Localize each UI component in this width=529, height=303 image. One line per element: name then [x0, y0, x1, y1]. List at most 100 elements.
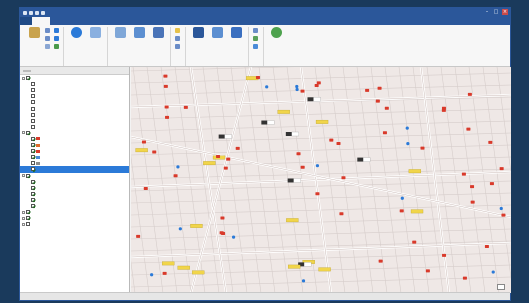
- poi-marker: [399, 209, 404, 213]
- tab-drawing-order[interactable]: [23, 69, 31, 72]
- layer-visibility-checkbox[interactable]: [31, 82, 35, 87]
- undo-icon[interactable]: [35, 10, 39, 15]
- minor-street: [131, 192, 511, 204]
- sync-button[interactable]: [268, 27, 284, 39]
- map-view[interactable]: [131, 67, 511, 293]
- layer-visibility-checkbox[interactable]: [26, 216, 30, 221]
- download-button[interactable]: [253, 43, 259, 49]
- ribbon-group-navigate: [64, 27, 108, 66]
- expand-toggle-icon[interactable]: [22, 174, 25, 178]
- layer-visibility-checkbox[interactable]: [26, 210, 30, 215]
- tab-view[interactable]: [86, 17, 104, 25]
- layer-visibility-checkbox[interactable]: [31, 167, 35, 172]
- layer-row[interactable]: [20, 221, 129, 227]
- maximize-icon[interactable]: □: [493, 9, 499, 15]
- tab-analysis[interactable]: [68, 17, 86, 25]
- explore-button[interactable]: [68, 27, 84, 39]
- layer-visibility-checkbox[interactable]: [31, 155, 35, 160]
- tab-map[interactable]: [32, 17, 50, 25]
- poi-marker: [165, 115, 170, 119]
- layer-visibility-checkbox[interactable]: [31, 143, 35, 148]
- minor-street: [131, 155, 150, 293]
- poi-marker: [173, 174, 178, 178]
- infographics-button[interactable]: [228, 27, 244, 39]
- contents-tabs: [20, 67, 129, 75]
- full-extent-button[interactable]: [54, 43, 59, 49]
- select-button[interactable]: [175, 27, 181, 33]
- expand-toggle-icon[interactable]: [22, 216, 25, 220]
- sync-icon: [270, 27, 282, 38]
- add-data-button[interactable]: [131, 27, 147, 39]
- point-marker: [400, 196, 404, 200]
- layer-visibility-checkbox[interactable]: [31, 94, 35, 99]
- layer-symbol-swatch: [36, 161, 40, 165]
- layer-visibility-checkbox[interactable]: [26, 173, 30, 178]
- expand-toggle-icon[interactable]: [22, 210, 25, 214]
- locate-button[interactable]: [209, 27, 225, 39]
- poi-label: [318, 267, 331, 272]
- basemap-button[interactable]: [112, 27, 128, 39]
- minor-street: [131, 276, 511, 288]
- explore-icon: [70, 27, 82, 38]
- select-by-location-button[interactable]: [175, 43, 181, 49]
- expand-toggle-icon[interactable]: [22, 76, 25, 80]
- layer-visibility-checkbox[interactable]: [31, 185, 35, 190]
- layer-visibility-checkbox[interactable]: [26, 222, 30, 227]
- status-bar: [20, 292, 510, 300]
- app-window: – □ ×: [19, 7, 511, 301]
- paste-button[interactable]: [26, 27, 42, 39]
- cut-button[interactable]: [45, 27, 51, 33]
- minimize-icon[interactable]: –: [484, 9, 490, 15]
- bookmarks-button[interactable]: [87, 27, 103, 39]
- photo-marker: [307, 97, 314, 102]
- layer-visibility-checkbox[interactable]: [31, 112, 35, 117]
- layer-visibility-checkbox[interactable]: [31, 161, 35, 166]
- ribbon-tabs: [20, 17, 510, 25]
- layer-visibility-checkbox[interactable]: [31, 100, 35, 105]
- layer-visibility-checkbox[interactable]: [26, 130, 30, 135]
- poi-marker: [152, 150, 157, 154]
- select-icon: [175, 27, 180, 33]
- poi-marker: [314, 83, 319, 87]
- layer-symbol-swatch: [36, 167, 40, 171]
- poi-marker: [501, 213, 506, 217]
- copy-path-button[interactable]: [45, 43, 51, 49]
- minor-street: [482, 67, 511, 281]
- expand-toggle-icon[interactable]: [22, 222, 25, 226]
- poi-marker: [143, 187, 148, 191]
- zoom-in-button[interactable]: [54, 27, 59, 33]
- tab-file[interactable]: [20, 17, 32, 25]
- layer-visibility-checkbox[interactable]: [31, 124, 35, 129]
- photo-label: [291, 131, 299, 137]
- layer-visibility-checkbox[interactable]: [31, 191, 35, 196]
- add-preset-button[interactable]: [150, 27, 166, 39]
- tab-edit[interactable]: [104, 17, 122, 25]
- convert-button[interactable]: [253, 35, 259, 41]
- expand-toggle-icon[interactable]: [22, 131, 25, 135]
- select-by-attributes-button[interactable]: [175, 35, 181, 41]
- layer-visibility-checkbox[interactable]: [31, 118, 35, 123]
- tab-insert[interactable]: [50, 17, 68, 25]
- minor-street: [496, 67, 511, 175]
- zoom-out-button[interactable]: [54, 35, 59, 41]
- redo-icon[interactable]: [41, 10, 45, 15]
- close-icon[interactable]: ×: [502, 9, 508, 15]
- layer-visibility-checkbox[interactable]: [31, 149, 35, 154]
- layer-visibility-checkbox[interactable]: [31, 179, 35, 184]
- save-icon[interactable]: [29, 10, 33, 15]
- map-canvas[interactable]: [131, 67, 511, 293]
- layer-visibility-checkbox[interactable]: [31, 106, 35, 111]
- layer-visibility-checkbox[interactable]: [31, 204, 35, 209]
- poi-marker: [235, 146, 240, 150]
- measure-button[interactable]: [190, 27, 206, 39]
- layer-visibility-checkbox[interactable]: [31, 88, 35, 93]
- label-button[interactable]: [253, 27, 259, 33]
- poi-marker: [255, 75, 260, 79]
- copy-button[interactable]: [45, 35, 51, 41]
- photo-marker: [285, 132, 292, 137]
- layer-visibility-checkbox[interactable]: [26, 76, 30, 81]
- layer-visibility-checkbox[interactable]: [31, 136, 35, 141]
- layer-symbol-swatch: [36, 143, 40, 147]
- title-bar: – □ ×: [20, 8, 510, 17]
- layer-visibility-checkbox[interactable]: [31, 197, 35, 202]
